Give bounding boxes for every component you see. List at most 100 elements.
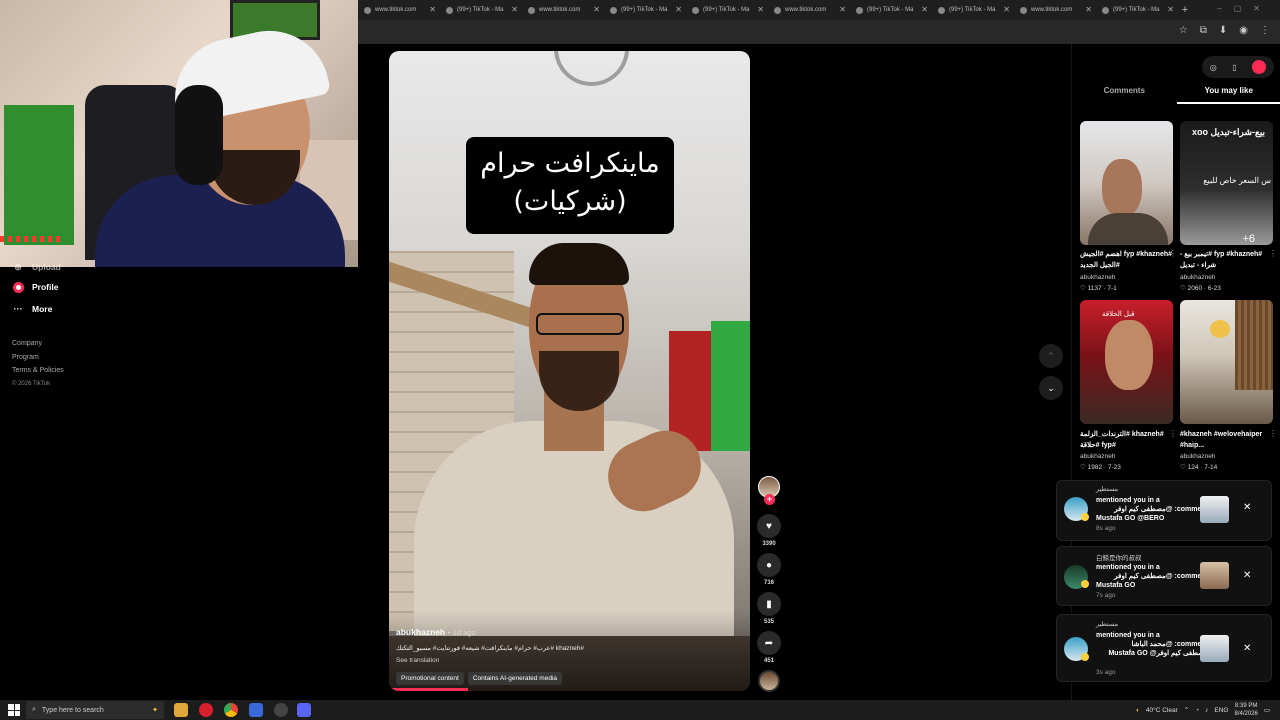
headset: [175, 85, 223, 185]
close-tab-icon[interactable]: ✕: [593, 5, 600, 14]
browser-tab[interactable]: (99+) TikTok - Ma ✕: [686, 0, 768, 20]
browser-tab[interactable]: (99+) TikTok - Ma ✕: [850, 0, 932, 20]
menu-icon[interactable]: ⋮: [1260, 25, 1270, 36]
browser-tab[interactable]: (99+) TikTok - Ma ✕: [440, 0, 522, 20]
extensions-icon[interactable]: ⧉: [1200, 25, 1207, 36]
previous-video-button[interactable]: ⌃: [1039, 344, 1063, 368]
video-player[interactable]: ماينكرافت حرام (شركيات) abukhazneh · 1d …: [389, 51, 750, 691]
footer-link-terms[interactable]: Terms & Policies: [12, 364, 64, 378]
recommendation-author[interactable]: abukhazneh: [1180, 274, 1215, 281]
discord-icon[interactable]: [297, 703, 311, 717]
file-explorer-icon[interactable]: [174, 703, 188, 717]
recommendation-caption[interactable]: #khazneh #welovehaiper #haip...: [1180, 429, 1273, 451]
footer-link-program[interactable]: Program: [12, 351, 64, 365]
live-icon[interactable]: [1252, 60, 1267, 74]
label-ai-generated[interactable]: Contains AI-generated media: [467, 672, 563, 685]
more-options-icon[interactable]: ⋮: [1269, 429, 1277, 438]
author-name[interactable]: abukhazneh: [396, 627, 445, 637]
mention-notification[interactable]: مستطير mentioned you in a comment: @مصطف…: [1056, 480, 1272, 541]
close-icon[interactable]: ✕: [1243, 643, 1251, 654]
video-author[interactable]: abukhazneh · 1d ago: [396, 627, 476, 637]
label-promotional[interactable]: Promotional content: [396, 672, 464, 685]
share-button[interactable]: ➦: [757, 631, 781, 655]
chrome-icon[interactable]: [224, 703, 238, 717]
ceiling-lamp: [554, 51, 629, 86]
music-disc[interactable]: [758, 670, 780, 692]
browser-tab[interactable]: www.tiktok.com ✕: [358, 0, 440, 20]
recommendation-caption[interactable]: #fyp #khazneh اهضم #الجيش #الجيل الجديد: [1080, 249, 1173, 271]
clock[interactable]: 8:39 PM 8/4/2026: [1234, 702, 1257, 718]
close-icon[interactable]: ✕: [1243, 502, 1251, 513]
mention-notification[interactable]: مستطير mentioned you in a comment: @محمد…: [1056, 614, 1272, 682]
weather-text[interactable]: 40°C Clear: [1146, 707, 1178, 714]
close-tab-icon[interactable]: ✕: [921, 5, 928, 14]
new-tab-button[interactable]: +: [1178, 4, 1192, 16]
sidebar-item-profile[interactable]: Profile: [12, 281, 58, 293]
recommendation-thumbnail[interactable]: قبل الحلاقة: [1080, 300, 1173, 424]
recommendation-author[interactable]: abukhazneh: [1180, 453, 1215, 460]
browser-tab[interactable]: www.tiktok.com ✕: [1014, 0, 1096, 20]
browser-tab[interactable]: www.tiktok.com ✕: [522, 0, 604, 20]
close-tab-icon[interactable]: ✕: [675, 5, 682, 14]
browser-tab[interactable]: www.tiktok.com ✕: [768, 0, 850, 20]
notifications-icon[interactable]: ▭: [1264, 706, 1270, 714]
taskbar-search[interactable]: ⌕ Type here to search ✦: [26, 701, 164, 719]
browser-tab[interactable]: (99+) TikTok - Ma ✕: [604, 0, 686, 20]
sidebar-item-label: Profile: [32, 282, 59, 292]
browser-tab[interactable]: (99+) TikTok - Ma ✕: [1096, 0, 1178, 20]
video-progress-bar[interactable]: [389, 688, 469, 691]
bookmark-star-icon[interactable]: ☆: [1179, 25, 1188, 36]
tab-favicon-icon: [856, 6, 863, 14]
recommendation-thumbnail[interactable]: [1080, 121, 1173, 245]
close-tab-icon[interactable]: ✕: [1085, 5, 1092, 14]
language-indicator[interactable]: ENG: [1214, 707, 1228, 714]
tab-label: (99+) TikTok - Ma: [1113, 7, 1160, 13]
left-sidebar: ⊕ Upload Profile ··· More Company Progra…: [0, 262, 358, 700]
obs-icon[interactable]: [274, 703, 288, 717]
sidebar-item-upload[interactable]: ⊕ Upload: [12, 261, 61, 273]
network-icon[interactable]: ◔: [1195, 707, 1199, 714]
more-options-icon[interactable]: ⋮: [1169, 429, 1177, 438]
close-tab-icon[interactable]: ✕: [429, 5, 436, 14]
more-options-icon[interactable]: ⋮: [1269, 249, 1277, 258]
window-controls[interactable]: –▢✕: [1217, 4, 1272, 13]
close-tab-icon[interactable]: ✕: [839, 5, 846, 14]
see-translation-link[interactable]: See translation: [396, 657, 439, 664]
save-button[interactable]: ▮: [757, 592, 781, 616]
close-tab-icon[interactable]: ✕: [757, 5, 764, 14]
creeper-figure: [4, 105, 74, 245]
opera-icon[interactable]: [199, 703, 213, 717]
tab-comments[interactable]: Comments: [1072, 84, 1177, 104]
app-icon[interactable]: [249, 703, 263, 717]
close-tab-icon[interactable]: ✕: [1003, 5, 1010, 14]
tab-favicon-icon: [364, 6, 371, 14]
phone-icon[interactable]: ▯: [1232, 63, 1236, 72]
downloads-icon[interactable]: ⬇: [1219, 25, 1227, 36]
notification-badge: [1081, 653, 1089, 661]
next-video-button[interactable]: ⌄: [1039, 376, 1063, 400]
footer-link-company[interactable]: Company: [12, 337, 64, 351]
comment-button[interactable]: ●: [757, 553, 781, 577]
browser-tab[interactable]: (99+) TikTok - Ma ✕: [932, 0, 1014, 20]
recommendation-author[interactable]: abukhazneh: [1080, 453, 1115, 460]
more-options-icon[interactable]: ⋮: [1169, 249, 1177, 258]
thumb-more-count: +6: [1242, 233, 1255, 245]
compass-icon[interactable]: ◎: [1210, 63, 1217, 72]
recommendation-author[interactable]: abukhazneh: [1080, 274, 1115, 281]
close-tab-icon[interactable]: ✕: [1167, 5, 1174, 14]
volume-icon[interactable]: ♪: [1205, 707, 1208, 714]
close-tab-icon[interactable]: ✕: [511, 5, 518, 14]
follow-button[interactable]: +: [764, 494, 775, 505]
recommendation-caption[interactable]: #khazneh #الترندات_الزلمة #fyp #حلاقة: [1080, 429, 1173, 451]
like-button[interactable]: ♥: [757, 514, 781, 538]
windows-start-icon[interactable]: [8, 704, 20, 716]
tray-overflow-icon[interactable]: ⌃: [1184, 706, 1189, 714]
close-icon[interactable]: ✕: [1243, 570, 1251, 581]
account-icon[interactable]: ◉: [1239, 25, 1248, 36]
recommendation-thumbnail[interactable]: بيع-شراء-تبديل xoo س السعر خاص للبيع +6: [1180, 121, 1273, 245]
recommendation-thumbnail[interactable]: [1180, 300, 1273, 424]
mention-notification[interactable]: 白鲸是你的叔叔 mentioned you in a comment: @مصط…: [1056, 546, 1272, 606]
sidebar-item-more[interactable]: ··· More: [12, 303, 53, 315]
tab-you-may-like[interactable]: You may like: [1176, 84, 1280, 104]
recommendation-caption[interactable]: #fyp #khazneh #تيمبر بيع - شراء - تبديل: [1180, 249, 1273, 271]
